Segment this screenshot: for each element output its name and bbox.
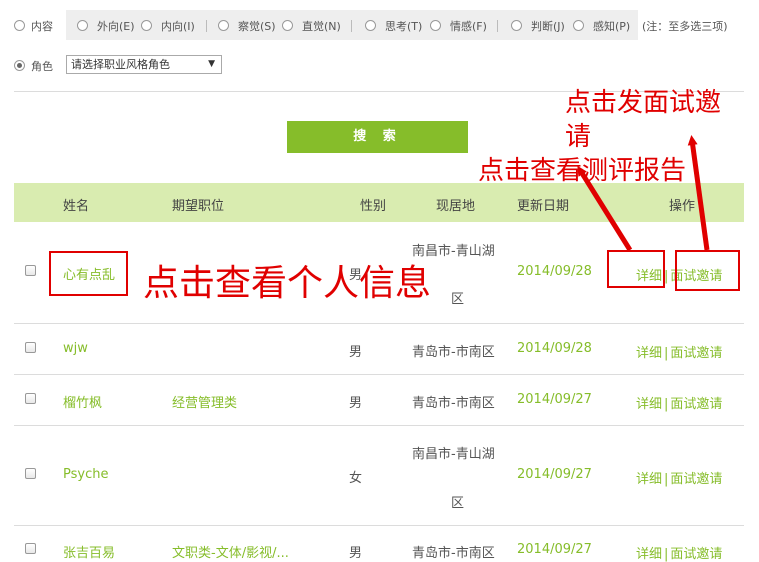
arrow-to-invite-label: [687, 135, 710, 251]
annotation-arrows: [577, 135, 710, 252]
arrow-to-report-label: [577, 165, 633, 252]
